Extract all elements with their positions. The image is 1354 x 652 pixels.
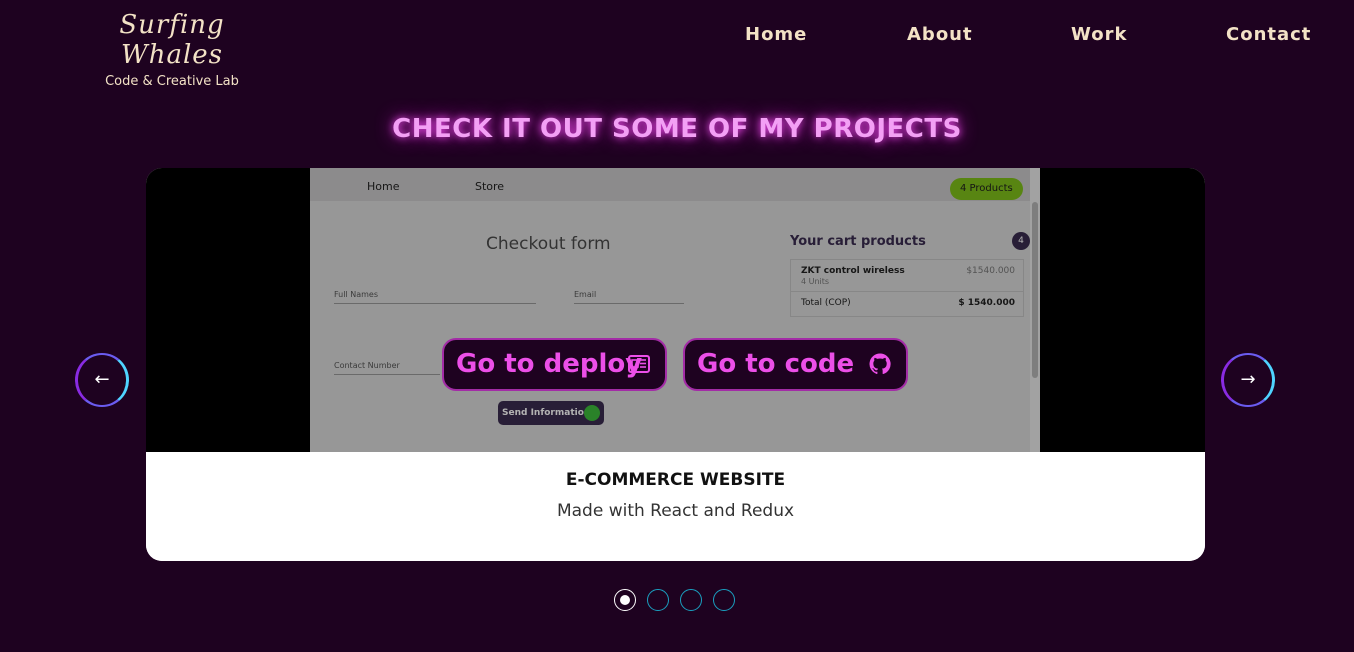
- preview-item-units: 4 Units: [801, 277, 830, 286]
- preview-contact-field: Contact Number: [334, 361, 440, 375]
- preview-cart-badge: 4 Products: [950, 178, 1023, 200]
- deploy-button[interactable]: Go to deploy: [442, 338, 667, 391]
- preview-item-price: $1540.000: [966, 266, 1015, 276]
- project-title: E-COMMERCE WEBSITE: [565, 470, 786, 490]
- pagination-dot-4[interactable]: [713, 589, 735, 611]
- preview-cart-title: Your cart products: [790, 234, 926, 249]
- preview-total-value: $ 1540.000: [958, 298, 1015, 308]
- preview-nav-home: Home: [367, 180, 400, 193]
- project-screenshot: Home Store 4 Products Checkout form Full…: [310, 168, 1040, 452]
- nav-about[interactable]: About: [907, 24, 973, 45]
- preview-form-title: Checkout form: [486, 234, 611, 254]
- github-icon: [869, 353, 891, 375]
- carousel-pagination: [614, 589, 744, 611]
- preview-cart-count: 4: [1012, 232, 1030, 250]
- pagination-dot-3[interactable]: [680, 589, 702, 611]
- project-card: Home Store 4 Products Checkout form Full…: [146, 168, 1205, 561]
- next-slide-button[interactable]: →: [1221, 353, 1275, 407]
- preview-total-label: Total (COP): [801, 298, 851, 308]
- prev-slide-button[interactable]: ←: [75, 353, 129, 407]
- preview-send-label: Send Information: [502, 408, 591, 418]
- project-description: Made with React and Redux: [556, 501, 795, 521]
- project-preview: Home Store 4 Products Checkout form Full…: [146, 168, 1205, 452]
- section-title: CHECK IT OUT SOME OF MY PROJECTS: [392, 114, 962, 144]
- pagination-dot-1[interactable]: [614, 589, 636, 611]
- nav-work[interactable]: Work: [1071, 24, 1127, 45]
- whatsapp-icon: [584, 405, 600, 421]
- nav-home[interactable]: Home: [745, 24, 807, 45]
- preview-nav-store: Store: [475, 180, 505, 193]
- preview-navbar: Home Store 4 Products: [310, 168, 1040, 201]
- main-nav: Home About Work Contact: [0, 24, 1354, 48]
- preview-send-button: Send Information: [498, 401, 604, 425]
- project-caption: E-COMMERCE WEBSITE Made with React and R…: [146, 452, 1205, 561]
- code-button[interactable]: Go to code: [683, 338, 908, 391]
- brand-subtitle: Code & Creative Lab: [105, 74, 239, 89]
- deploy-label: Go to deploy: [456, 349, 643, 379]
- pagination-dot-2[interactable]: [647, 589, 669, 611]
- page: Surfing Whales Code & Creative Lab Home …: [0, 0, 1354, 652]
- nav-contact[interactable]: Contact: [1226, 24, 1311, 45]
- preview-fullnames-field: Full Names: [334, 290, 536, 304]
- newspaper-icon: [628, 355, 650, 373]
- preview-scrollbar-thumb: [1032, 202, 1038, 378]
- brand-logo[interactable]: Surfing Whales Code & Creative Lab: [72, 10, 272, 89]
- preview-item-name: ZKT control wireless: [801, 266, 905, 276]
- preview-email-field: Email: [574, 290, 684, 304]
- preview-scrollbar: [1030, 168, 1040, 452]
- preview-cart-list: ZKT control wireless 4 Units $1540.000 T…: [790, 259, 1024, 317]
- code-label: Go to code: [697, 349, 855, 379]
- preview-cart-item: ZKT control wireless 4 Units $1540.000: [791, 266, 1023, 292]
